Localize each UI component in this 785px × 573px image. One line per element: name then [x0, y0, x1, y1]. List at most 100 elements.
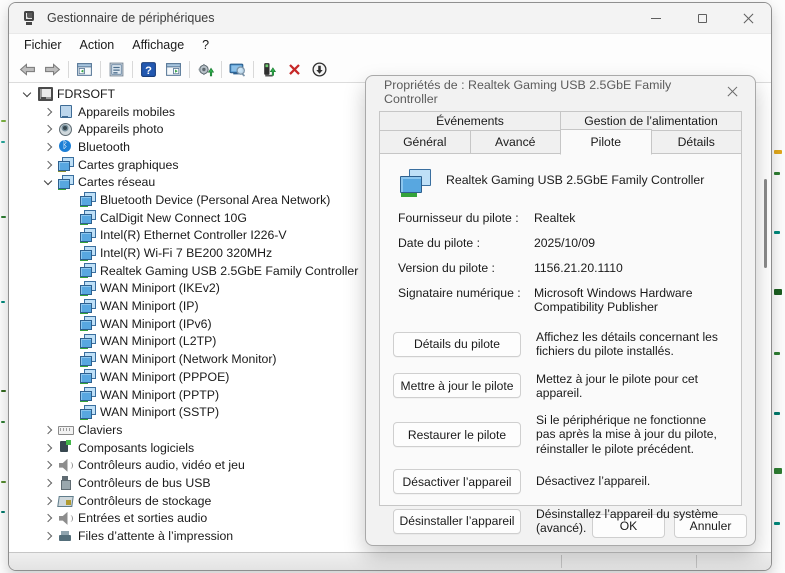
chevron-icon[interactable] — [62, 352, 79, 366]
driver-info-row: Date du pilote : 2025/10/09 — [398, 236, 729, 250]
software-icon — [57, 440, 74, 455]
tree-item-label: WAN Miniport (IPv6) — [100, 317, 212, 331]
chevron-icon[interactable] — [62, 281, 79, 295]
tab[interactable]: Détails — [651, 131, 743, 154]
toolbar-separator — [68, 61, 69, 78]
chevron-icon[interactable] — [40, 175, 57, 189]
driver-action-button[interactable]: Mettre à jour le pilote — [393, 373, 521, 398]
chevron-icon[interactable] — [40, 423, 57, 437]
maximize-button[interactable] — [679, 3, 725, 33]
show-console-tree-icon[interactable] — [72, 58, 97, 81]
forward-icon[interactable] — [40, 58, 65, 81]
chevron-icon[interactable] — [62, 228, 79, 242]
driver-action-row: Mettre à jour le pilote Mettez à jour le… — [393, 372, 729, 401]
scan-hardware-changes-icon[interactable] — [225, 58, 250, 81]
background-app-left — [0, 0, 8, 573]
help-icon[interactable]: ? — [136, 58, 161, 81]
tab-control: Événements Gestion de l’alimentation Gén… — [379, 111, 742, 154]
vertical-scrollbar[interactable] — [764, 179, 767, 268]
chevron-icon[interactable] — [62, 299, 79, 313]
back-icon[interactable] — [15, 58, 40, 81]
keyboard-icon — [57, 422, 74, 437]
tree-item-label: Appareils photo — [78, 122, 163, 136]
menu-item[interactable]: Fichier — [15, 36, 71, 54]
dialog-close-button[interactable] — [723, 83, 741, 101]
chevron-icon[interactable] — [62, 264, 79, 278]
net-icon — [79, 387, 96, 402]
menu-item[interactable]: ? — [193, 36, 218, 54]
dialog-title: Propriétés de : Realtek Gaming USB 2.5Gb… — [384, 78, 723, 106]
background-app-right — [772, 0, 785, 573]
menu-item[interactable]: Action — [71, 36, 124, 54]
driver-info-row: Signataire numérique : Microsoft Windows… — [398, 286, 729, 314]
chevron-icon[interactable] — [62, 370, 79, 384]
net-icon — [79, 281, 96, 296]
driver-action-button[interactable]: Détails du pilote — [393, 332, 521, 357]
chevron-icon[interactable] — [40, 140, 57, 154]
driver-action-button[interactable]: Désactiver l’appareil — [393, 469, 521, 494]
chevron-icon[interactable] — [62, 388, 79, 402]
field-label: Signataire numérique : — [398, 286, 534, 314]
net-icon — [79, 299, 96, 314]
menu-item[interactable]: Affichage — [123, 36, 193, 54]
chevron-icon[interactable] — [40, 458, 57, 472]
field-label: Fournisseur du pilote : — [398, 211, 534, 225]
tree-item-label: Claviers — [78, 423, 122, 437]
tab[interactable]: Pilote — [560, 129, 652, 155]
chevron-icon[interactable] — [40, 476, 57, 490]
driver-action-button[interactable]: Restaurer le pilote — [393, 422, 521, 447]
tab[interactable]: Général — [379, 131, 471, 154]
toolbar-separator — [189, 61, 190, 78]
chevron-icon[interactable] — [62, 405, 79, 419]
chevron-icon[interactable] — [40, 511, 57, 525]
tree-item-label: Intel(R) Wi-Fi 7 BE200 320MHz — [100, 246, 272, 260]
disable-device-icon[interactable] — [307, 58, 332, 81]
chevron-icon[interactable] — [62, 246, 79, 260]
update-driver-icon[interactable] — [193, 58, 218, 81]
tree-item-label: WAN Miniport (Network Monitor) — [100, 352, 277, 366]
field-label: Version du pilote : — [398, 261, 534, 275]
chevron-icon[interactable] — [62, 334, 79, 348]
storage-icon — [57, 493, 74, 508]
show-action-pane-icon[interactable] — [161, 58, 186, 81]
tab[interactable]: Avancé — [470, 131, 562, 154]
driver-action-description: Si le périphérique ne fonctionne pas apr… — [536, 413, 729, 456]
chevron-icon[interactable] — [62, 317, 79, 331]
driver-action-description: Mettez à jour le pilote pour cet apparei… — [536, 372, 729, 401]
tab[interactable]: Événements — [379, 111, 561, 131]
chevron-icon[interactable] — [40, 158, 57, 172]
field-value: Microsoft Windows Hardware Compatibility… — [534, 286, 729, 314]
tree-item-label: Bluetooth — [78, 140, 130, 154]
chevron-icon[interactable] — [62, 211, 79, 225]
close-button[interactable] — [725, 3, 771, 33]
camera-icon — [57, 122, 74, 137]
properties-icon[interactable] — [104, 58, 129, 81]
driver-action-row: Détails du pilote Affichez les détails c… — [393, 330, 729, 359]
audio-io-icon — [57, 511, 74, 526]
chevron-icon[interactable] — [40, 122, 57, 136]
net-icon — [79, 246, 96, 261]
driver-actions: Détails du pilote Affichez les détails c… — [393, 330, 729, 535]
net-icon — [79, 316, 96, 331]
tree-item-label: Realtek Gaming USB 2.5GbE Family Control… — [100, 264, 358, 278]
minimize-button[interactable] — [633, 3, 679, 33]
tab[interactable]: Gestion de l’alimentation — [560, 111, 742, 131]
toolbar-separator — [221, 61, 222, 78]
chevron-icon[interactable] — [40, 494, 57, 508]
chevron-icon[interactable] — [40, 441, 57, 455]
dialog-title-bar[interactable]: Propriétés de : Realtek Gaming USB 2.5Gb… — [366, 76, 755, 107]
driver-action-button[interactable]: Désinstaller l’appareil — [393, 509, 521, 534]
chevron-icon[interactable] — [19, 87, 36, 101]
tree-item-label: Composants logiciels — [78, 441, 194, 455]
tree-item-label: WAN Miniport (PPPOE) — [100, 370, 229, 384]
chevron-icon[interactable] — [40, 105, 57, 119]
chevron-icon[interactable] — [62, 193, 79, 207]
uninstall-device-icon[interactable] — [282, 58, 307, 81]
chevron-icon[interactable] — [40, 529, 57, 543]
add-legacy-hardware-icon[interactable] — [257, 58, 282, 81]
field-value: Realtek — [534, 211, 729, 225]
toolbar-separator — [132, 61, 133, 78]
title-bar[interactable]: Gestionnaire de périphériques — [9, 3, 771, 34]
tree-item-label: FDRSOFT — [57, 87, 115, 101]
status-divider — [696, 555, 697, 568]
